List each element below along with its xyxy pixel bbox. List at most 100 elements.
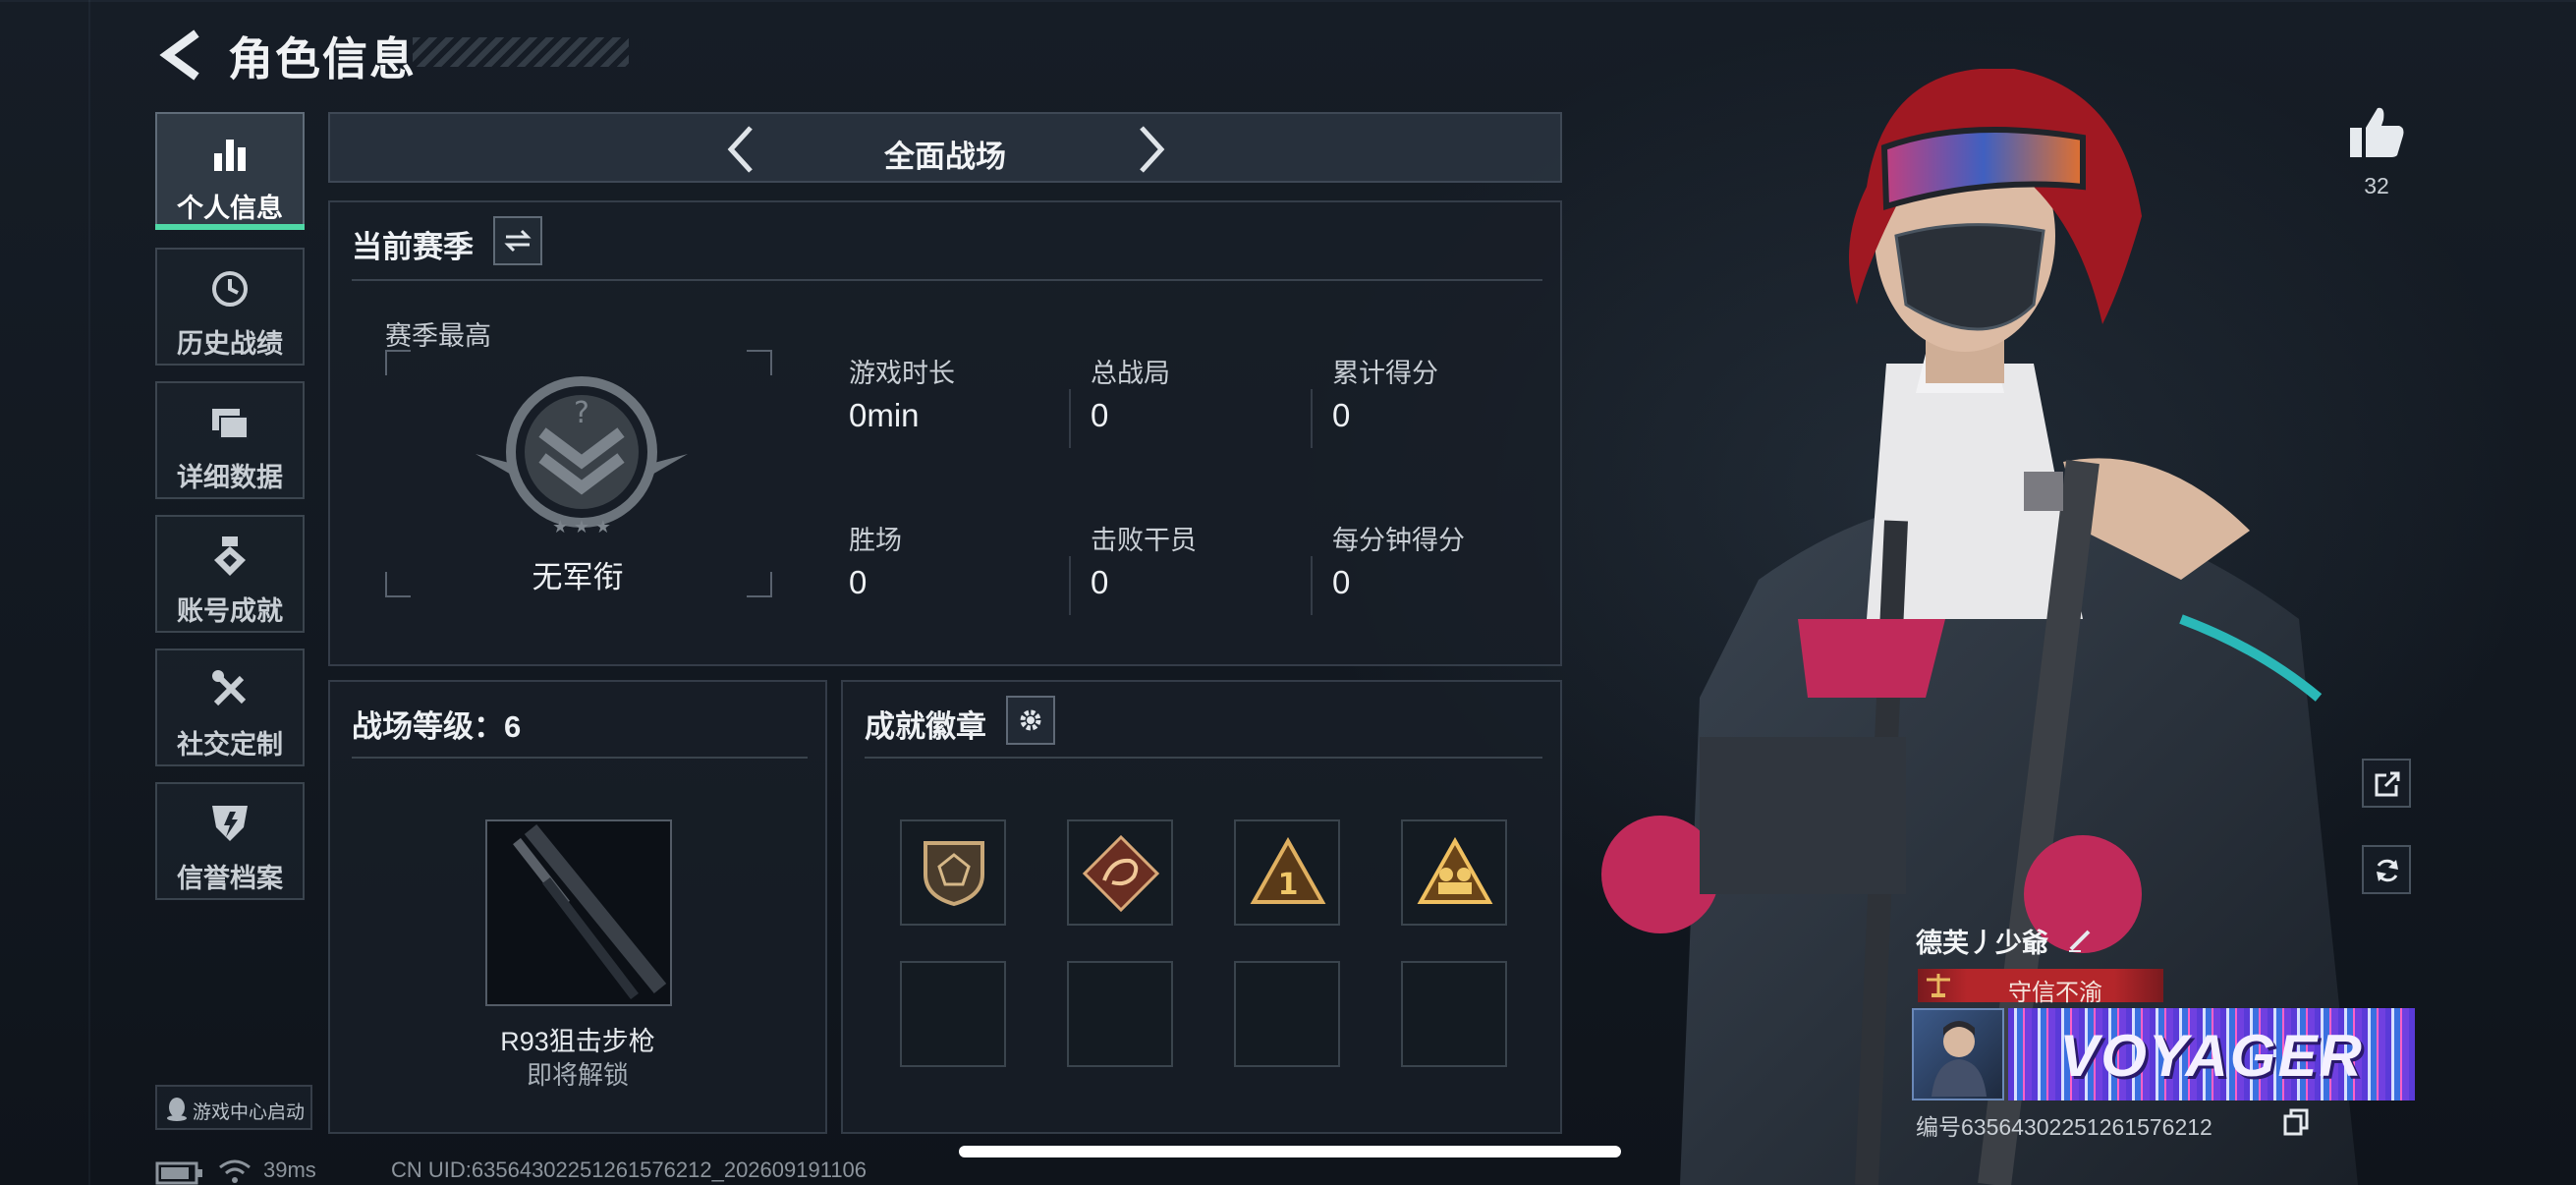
qq-icon [167,1098,187,1121]
badge-slot[interactable] [1067,819,1173,926]
share-icon [2375,771,2400,797]
shield-badge-icon [924,841,984,907]
sidebar-item-label: 账号成就 [177,596,283,626]
battle-level-panel: 战场等级：6 R93狙击步枪 即将解锁 [328,680,827,1134]
game-center-button[interactable]: 游戏中心启动 [155,1085,312,1130]
mode-label: 全面战场 [884,140,1006,174]
credit-tag-label: 守信不渝 [2008,980,2102,1006]
avatar[interactable] [1912,1008,2004,1100]
stat-value: 0 [1332,564,1351,600]
sidebar-item-label: 详细数据 [177,463,283,492]
sidebar-item-personal-info[interactable]: 个人信息 [155,112,305,230]
tools-icon [212,670,247,706]
stat-label: 累计得分 [1332,359,1438,388]
weapon-card[interactable] [485,819,672,1006]
player-name: 德芙丿少爺 [1916,929,2048,958]
team-badge-icon [1417,837,1493,904]
game-center-label: 游戏中心启动 [193,1102,306,1123]
sidebar-item-achievements[interactable]: 账号成就 [155,515,305,633]
avatar-portrait-icon [1932,1021,1987,1097]
stat-separator [1069,556,1071,615]
svg-text:1: 1 [1278,868,1299,902]
stat-separator [1311,389,1313,448]
thumbs-up-icon [2350,107,2404,157]
chevron-right-icon[interactable] [1132,124,1171,175]
stat-label: 击败干员 [1091,526,1197,555]
sidebar-item-credit[interactable]: 信誉档案 [155,782,305,900]
sniper-rifle-icon [513,823,667,1000]
stat-label: 游戏时长 [849,359,955,388]
copy-icon[interactable] [2283,1108,2309,1136]
stat-value: 0 [1091,397,1109,433]
sidebar-item-label: 个人信息 [177,194,283,223]
gear-icon [1020,709,1041,731]
battle-level-title: 战场等级：6 [352,709,522,744]
medal-icon [214,536,246,576]
stat-value: 0min [849,397,920,433]
folder-icon [212,409,249,439]
banner-text: VOYAGER [2059,1023,2364,1089]
mode-selector: 全面战场 [328,112,1562,183]
wifi-icon [219,1159,251,1183]
stat-separator [1311,556,1313,615]
player-id: 编号6356430225126157​6212 [1916,1114,2212,1140]
stat-value: 0 [1332,397,1351,433]
home-indicator[interactable] [959,1146,1621,1157]
badges-title: 成就徽章 [865,709,986,744]
sidebar-item-details[interactable]: 详细数据 [155,381,305,499]
sidebar-item-social[interactable]: 社交定制 [155,649,305,766]
badge-slot-empty[interactable] [900,961,1006,1067]
svg-text:?: ? [574,396,589,430]
grid-line [0,0,2576,2]
rank-name: 无军衔 [532,560,624,594]
refresh-button[interactable] [2362,845,2411,894]
stat-label: 每分钟得分 [1332,526,1465,555]
stat-separator [1069,389,1071,448]
stat-value: 0 [849,564,868,600]
scales-icon [1927,974,1950,997]
badge-settings-button[interactable] [1006,696,1055,745]
grid-line [88,0,90,1185]
rank-emblem-icon: ? ★ ★ ★ [476,376,688,537]
season-panel: 当前赛季 赛季最高 ? ★ ★ ★ 无军衔 游戏时长 0min 总战局 0 累计… [328,200,1562,666]
divider [865,757,1542,759]
badges-panel: 成就徽章 1 [841,680,1562,1134]
edit-name-icon[interactable] [2067,926,2095,953]
badge-slot-empty[interactable] [1067,961,1173,1067]
badge-slot-empty[interactable] [1234,961,1340,1067]
frame-corner [747,350,772,375]
back-button[interactable] [157,28,204,83]
divider [352,279,1542,281]
share-button[interactable] [2362,759,2411,808]
chevron-left-icon [159,29,199,81]
dragon-badge-icon [1083,835,1159,912]
badge-slot-empty[interactable] [1401,961,1507,1067]
stat-label: 胜场 [849,526,902,555]
weapon-name: R93狙击步枪 [500,1027,655,1056]
active-indicator [155,224,305,230]
season-title: 当前赛季 [352,230,474,264]
season-best-label: 赛季最高 [385,321,491,351]
frame-corner [385,350,411,375]
stat-value: 0 [1091,564,1109,600]
refresh-icon [2377,859,2398,882]
divider [352,757,808,759]
shield-icon [212,806,248,841]
sidebar-item-label: 信誉档案 [177,864,283,893]
weapon-status: 即将解锁 [526,1060,629,1090]
sidebar-item-label: 社交定制 [177,730,283,760]
page-title: 角色信息 [228,33,417,85]
badge-slot[interactable]: 1 [1234,819,1340,926]
badge-slot[interactable] [900,819,1006,926]
first-place-badge-icon: 1 [1250,837,1326,904]
badge-slot[interactable] [1401,819,1507,926]
credit-tag: 守信不渝 [1918,969,2163,1006]
battery-icon [155,1161,202,1185]
switch-season-button[interactable] [493,216,542,265]
like-count: 32 [2364,173,2389,198]
svg-text:★ ★ ★: ★ ★ ★ [552,517,611,537]
sidebar-item-label: 历史战绩 [177,329,283,359]
sidebar-item-history[interactable]: 历史战绩 [155,248,305,366]
stat-label: 总战局 [1091,359,1170,388]
like-button[interactable]: 32 [2340,98,2413,206]
